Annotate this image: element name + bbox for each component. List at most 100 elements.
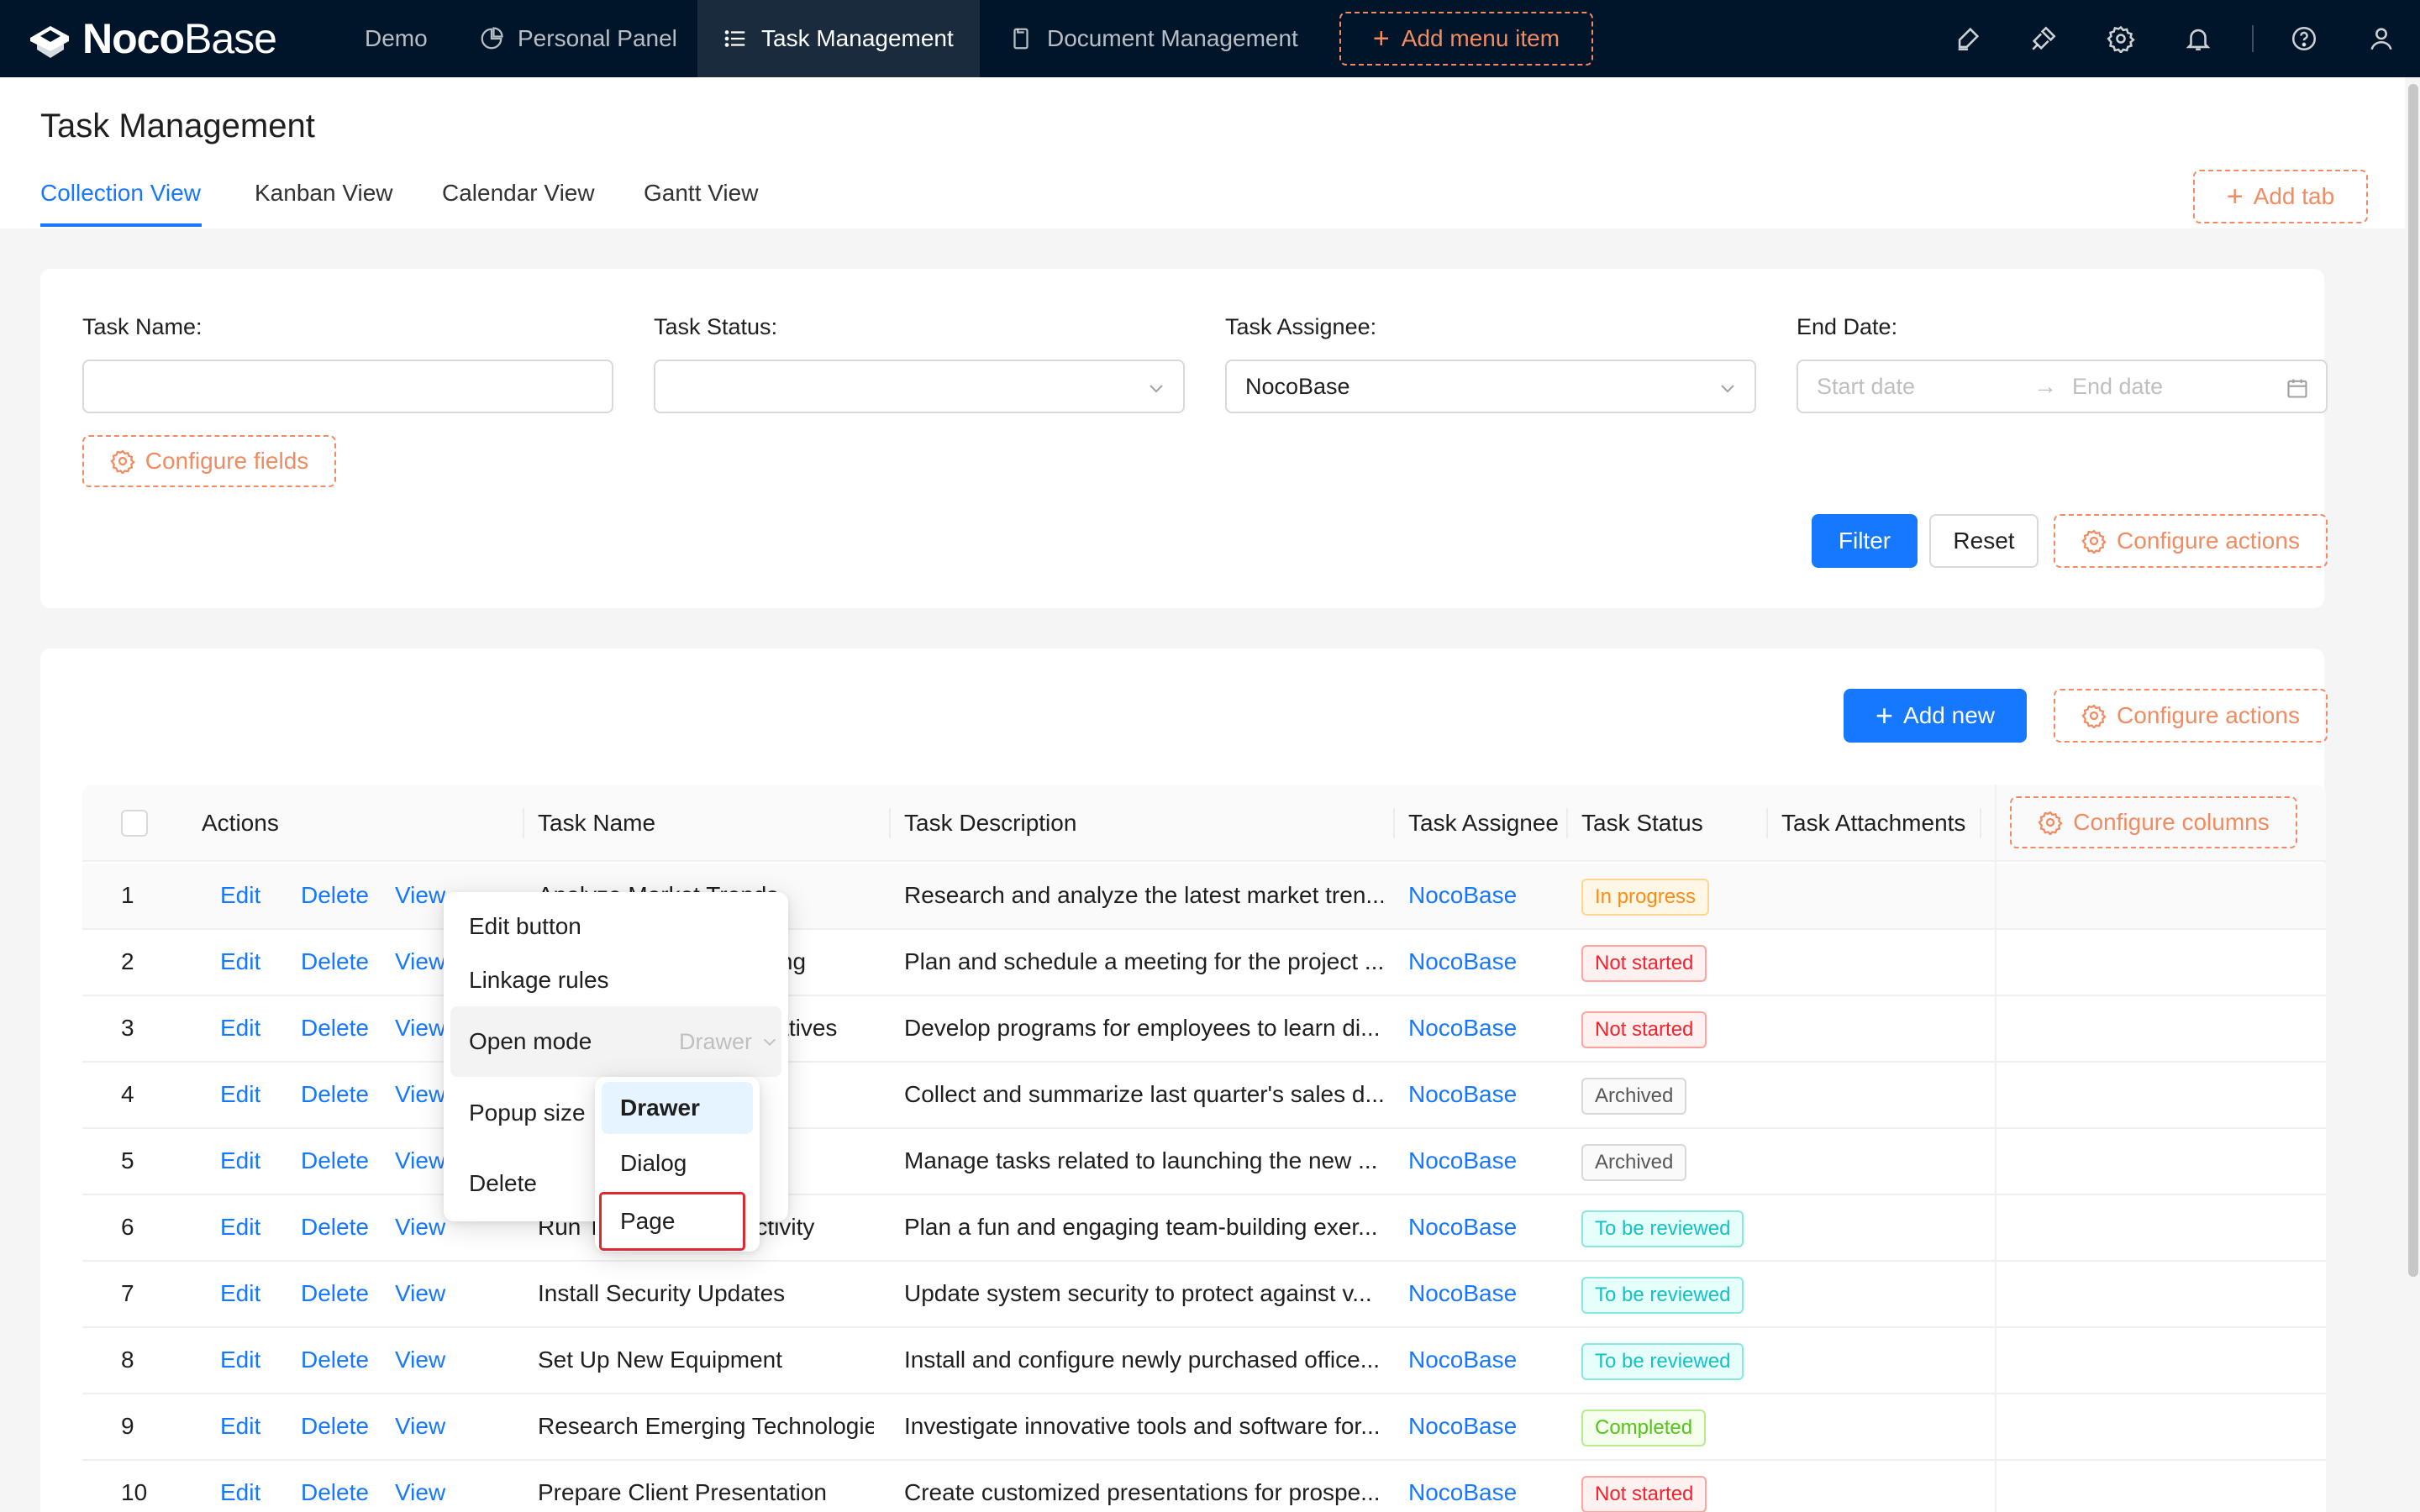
edit-link[interactable]: Edit [220,1413,260,1440]
nav-item-demo[interactable]: Demo [339,0,453,77]
highlighter-icon[interactable] [1951,22,1985,55]
edit-link[interactable]: Edit [220,1214,260,1241]
status-badge: Not started [1581,1011,1707,1048]
select-all-checkbox[interactable] [121,810,148,837]
edit-link[interactable]: Edit [220,1347,260,1373]
task-assignee-link[interactable]: NocoBase [1408,1479,1517,1506]
edit-link[interactable]: Edit [220,1147,260,1174]
add-new-label: Add new [1903,702,1995,728]
add-menu-item-button[interactable]: + Add menu item [1339,12,1593,66]
delete-link[interactable]: Delete [301,882,369,909]
tab-kanban-view[interactable]: Kanban View [255,180,393,207]
configure-columns-button[interactable]: Configure columns [2010,796,2297,848]
option-drawer[interactable]: Drawer [602,1082,753,1134]
delete-link[interactable]: Delete [301,1479,369,1506]
view-link[interactable]: View [395,1015,445,1042]
task-assignee-link[interactable]: NocoBase [1408,1214,1517,1241]
open-mode-label: Open mode [469,1028,592,1054]
row-number: 10 [121,1479,148,1505]
task-assignee-select[interactable]: NocoBase [1225,360,1756,413]
task-name-cell: Install Security Updates [538,1280,786,1306]
delete-link[interactable]: Delete [301,1413,369,1440]
task-assignee-link[interactable]: NocoBase [1408,1347,1517,1373]
task-name-input[interactable] [82,360,613,413]
nav-item-personal-panel[interactable]: Personal Panel [454,0,702,77]
task-description-cell: Create customized presentations for pros… [904,1479,1381,1505]
tab-collection-view[interactable]: Collection View [40,180,201,207]
tab-calendar-view[interactable]: Calendar View [442,180,595,207]
table-row: 8 Edit Delete View Set Up New Equipment Insta… [82,1328,2326,1394]
delete-link[interactable]: Delete [301,1347,369,1373]
task-status-select[interactable] [654,360,1185,413]
delete-link[interactable]: Delete [301,1214,369,1241]
add-new-button[interactable]: + Add new [1844,689,2027,743]
delete-link[interactable]: Delete [301,1147,369,1174]
view-link[interactable]: View [395,1081,445,1108]
delete-link[interactable]: Delete [301,948,369,975]
column-header-task-status[interactable]: Task Status [1581,810,1703,837]
gear-icon [2081,529,2107,554]
menu-item-open-mode[interactable]: Open mode Drawer [450,1006,781,1077]
user-icon[interactable] [2365,22,2398,55]
task-description-cell: Develop programs for employees to learn … [904,1015,1381,1041]
tab-gantt-view[interactable]: Gantt View [644,180,758,207]
delete-link[interactable]: Delete [301,1280,369,1307]
plugin-icon[interactable] [2027,22,2060,55]
task-status-label: Task Status: [654,314,778,339]
view-link[interactable]: View [395,1413,445,1440]
configure-fields-button[interactable]: Configure fields [82,435,336,487]
filter-button[interactable]: Filter [1812,514,1918,568]
scrollbar-thumb[interactable] [2408,84,2418,1277]
delete-link[interactable]: Delete [301,1015,369,1042]
menu-item-linkage-rules[interactable]: Linkage rules [444,953,788,1008]
edit-link[interactable]: Edit [220,948,260,975]
task-assignee-link[interactable]: NocoBase [1408,1081,1517,1108]
configure-table-actions-button[interactable]: Configure actions [2054,689,2328,743]
bell-icon[interactable] [2181,22,2215,55]
edit-link[interactable]: Edit [220,1081,260,1108]
open-mode-select[interactable]: Drawer [679,1006,779,1077]
logo[interactable]: NocoBase [25,12,277,66]
task-assignee-link[interactable]: NocoBase [1408,882,1517,909]
view-link[interactable]: View [395,1147,445,1174]
option-dialog[interactable]: Dialog [602,1137,753,1189]
add-tab-button[interactable]: + Add tab [2193,170,2368,223]
task-assignee-link[interactable]: NocoBase [1408,1280,1517,1307]
view-link[interactable]: View [395,1479,445,1506]
edit-link[interactable]: Edit [220,882,260,909]
gear-icon[interactable] [2104,22,2138,55]
view-link[interactable]: View [395,1280,445,1307]
configure-columns-label: Configure columns [2073,809,2270,835]
edit-link[interactable]: Edit [220,1015,260,1042]
plus-icon: + [1876,698,1894,732]
task-assignee-link[interactable]: NocoBase [1408,1015,1517,1042]
view-link[interactable]: View [395,1347,445,1373]
configure-filter-actions-button[interactable]: Configure actions [2054,514,2328,568]
task-assignee-link[interactable]: NocoBase [1408,1147,1517,1174]
task-description-cell: Plan and schedule a meeting for the proj… [904,948,1383,974]
column-header-task-assignee[interactable]: Task Assignee [1408,810,1559,837]
view-link[interactable]: View [395,948,445,975]
help-icon[interactable] [2287,22,2321,55]
option-page[interactable]: Page [599,1192,745,1251]
view-link[interactable]: View [395,1214,445,1241]
edit-link[interactable]: Edit [220,1280,260,1307]
reset-button[interactable]: Reset [1929,514,2039,568]
task-assignee-link[interactable]: NocoBase [1408,1413,1517,1440]
column-header-task-name[interactable]: Task Name [538,810,655,837]
nav-item-task-management[interactable]: Task Management [697,0,980,77]
task-name-label: Task Name: [82,314,203,339]
column-header-task-description[interactable]: Task Description [904,810,1076,837]
column-header-task-attachments[interactable]: Task Attachments [1781,810,1965,837]
task-assignee-link[interactable]: NocoBase [1408,948,1517,975]
row-number: 8 [121,1347,134,1373]
end-date-range-picker[interactable]: Start date → End date [1797,360,2328,413]
edit-link[interactable]: Edit [220,1479,260,1506]
nav-item-document-management[interactable]: Document Management [983,0,1323,77]
menu-item-edit-button[interactable]: Edit button [444,899,788,954]
view-link[interactable]: View [395,882,445,909]
page-header: Task Management Collection View Kanban V… [0,77,2405,228]
open-mode-value: Drawer [679,1028,753,1054]
delete-link[interactable]: Delete [301,1081,369,1108]
status-badge: To be reviewed [1581,1277,1744,1314]
